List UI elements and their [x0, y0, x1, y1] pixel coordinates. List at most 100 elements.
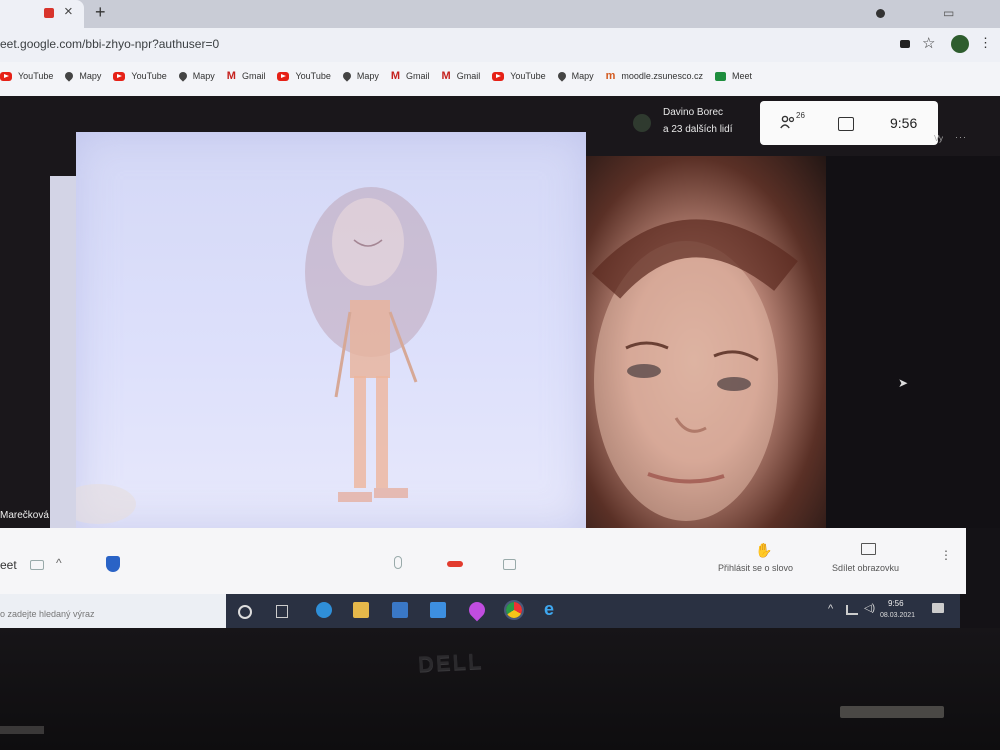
profile-avatar-icon[interactable]	[951, 35, 969, 53]
bookmark-item[interactable]: Mapy	[341, 70, 379, 82]
bookmark-label: moodle.zsunesco.cz	[621, 71, 703, 81]
mapy-icon	[341, 70, 353, 82]
moodle-icon: m	[605, 69, 616, 82]
bookmark-label: Mapy	[356, 71, 379, 81]
bookmark-item[interactable]: YouTube	[0, 71, 53, 81]
browser-menu-icon[interactable]: ⋮	[979, 35, 992, 51]
people-icon[interactable]	[780, 115, 796, 129]
microphone-icon[interactable]	[394, 556, 402, 569]
paint-drop-icon[interactable]	[465, 598, 489, 622]
meeting-details-icon[interactable]	[30, 560, 44, 570]
bookmark-label: Mapy	[571, 71, 594, 81]
bookmark-label: YouTube	[510, 71, 546, 81]
hinge-left	[0, 726, 44, 734]
bookmark-label: YouTube	[295, 71, 331, 81]
self-tile-more-icon[interactable]: ···	[955, 132, 967, 142]
task-view-icon[interactable]	[276, 605, 288, 618]
mail-icon[interactable]	[430, 602, 446, 618]
media-indicator-icon[interactable]	[876, 9, 885, 18]
bookmark-item[interactable]: M Gmail	[442, 70, 481, 81]
mapy-icon	[177, 70, 189, 82]
raise-hand-button[interactable]: Přihlásit se o slovo	[718, 563, 793, 573]
bookmark-label: Meet	[731, 71, 752, 81]
bookmark-item[interactable]: M Gmail	[227, 70, 266, 81]
file-explorer-icon[interactable]	[353, 602, 369, 618]
bookmark-star-icon[interactable]: ☆	[922, 34, 935, 52]
cortana-icon[interactable]	[238, 605, 252, 619]
tray-time[interactable]: 9:56	[888, 599, 904, 608]
url-field[interactable]: eet.google.com/bbi-zhyo-npr?authuser=0	[0, 37, 219, 51]
bookmark-item[interactable]: m moodle.zsunesco.cz	[605, 69, 703, 82]
camera-indicator-icon[interactable]	[900, 40, 910, 48]
windows-taskbar: o zadejte hledaný výraz e ^ ◁) 9:56 08.0…	[0, 594, 960, 628]
people-count: 26	[796, 111, 805, 120]
self-tile-label: Vy	[934, 134, 944, 143]
chat-icon[interactable]	[838, 117, 854, 131]
browser-tab-meet[interactable]: ×	[0, 0, 84, 28]
bookmark-label: YouTube	[131, 71, 167, 81]
bookmark-item[interactable]: YouTube	[113, 71, 167, 81]
taskbar-search-box[interactable]: o zadejte hledaný výraz	[0, 594, 226, 628]
bookmark-item[interactable]: M Gmail	[390, 69, 430, 82]
meeting-clock: 9:56	[890, 115, 918, 131]
bookmark-label: Mapy	[79, 71, 102, 81]
bookmark-list: YouTube Mapy YouTube Mapy M Gmail YouTube Mapy M…	[0, 69, 764, 82]
bookmark-item[interactable]: Mapy	[63, 70, 102, 82]
hinge-right	[840, 706, 944, 718]
browser-tab-strip: × + ▭	[0, 0, 1000, 28]
notifications-icon[interactable]	[932, 603, 944, 613]
mouse-cursor-icon: ➤	[898, 376, 909, 390]
gmail-icon: M	[390, 69, 401, 82]
child-drawing-image	[76, 187, 437, 524]
tray-date[interactable]: 08.03.2021	[880, 612, 915, 619]
raise-hand-icon[interactable]: ✋	[755, 542, 772, 559]
youtube-icon	[113, 71, 126, 81]
laptop-bezel: DELL	[0, 628, 1000, 750]
meeting-code-label[interactable]: eet	[0, 558, 17, 572]
participant-tile-drawing	[76, 132, 586, 528]
bookmark-label: Mapy	[192, 71, 215, 81]
chevron-up-icon[interactable]: ^	[56, 556, 62, 570]
bookmark-item[interactable]: Mapy	[177, 70, 215, 82]
bookmark-label: YouTube	[18, 71, 54, 81]
new-tab-button[interactable]: +	[95, 2, 106, 23]
present-screen-button[interactable]: Sdílet obrazovku	[832, 563, 899, 573]
laptop-screen: × + ▭ eet.google.com/bbi-zhyo-npr?authus…	[0, 0, 1000, 628]
bookmark-label: Gmail	[241, 71, 266, 81]
youtube-icon	[0, 71, 12, 81]
volume-icon[interactable]: ◁)	[864, 603, 875, 614]
internet-explorer-icon[interactable]: e	[544, 599, 554, 620]
window-control-icon[interactable]: ▭	[943, 6, 954, 20]
bookmark-label: Gmail	[456, 71, 481, 81]
host-avatar-icon	[633, 114, 651, 132]
meet-top-panel: 26 9:56	[760, 101, 938, 145]
more-options-icon[interactable]: ⋮	[940, 548, 952, 562]
edge-icon[interactable]	[316, 602, 332, 618]
host-controls-shield-icon[interactable]	[106, 556, 120, 572]
hang-up-button[interactable]	[447, 561, 463, 567]
meet-tab-favicon-icon	[44, 8, 54, 18]
youtube-icon	[277, 71, 290, 81]
store-icon[interactable]	[392, 602, 408, 618]
mapy-icon	[555, 70, 568, 82]
bookmark-item[interactable]: YouTube	[492, 71, 546, 81]
tray-chevron-icon[interactable]: ^	[828, 603, 833, 615]
bookmark-item[interactable]: YouTube	[277, 71, 331, 81]
bookmark-label: Gmail	[406, 71, 430, 81]
dell-logo: DELL	[417, 648, 485, 677]
camera-icon[interactable]	[503, 559, 516, 570]
meet-stage: Davino Borec a 23 dalších lidí 26 9:56 V…	[0, 96, 1000, 528]
meet-controls-bar: eet ^ ✋ Přihlásit se o slovo Sdílet obra…	[0, 528, 966, 594]
participant-tile-camera	[586, 156, 826, 528]
tab-close-icon[interactable]: ×	[64, 3, 73, 20]
participant-name-label: Marečková	[0, 510, 49, 521]
search-placeholder: o zadejte hledaný výraz	[0, 609, 95, 619]
bookmark-item[interactable]: Meet	[714, 71, 752, 81]
bookmark-item[interactable]: Mapy	[555, 70, 594, 82]
participant-face-image	[591, 219, 798, 521]
network-icon[interactable]	[846, 605, 858, 615]
present-screen-icon[interactable]	[861, 543, 876, 555]
meet-icon	[714, 71, 726, 81]
chrome-icon[interactable]	[504, 600, 524, 620]
others-count-label: a 23 dalších lidí	[663, 124, 733, 135]
